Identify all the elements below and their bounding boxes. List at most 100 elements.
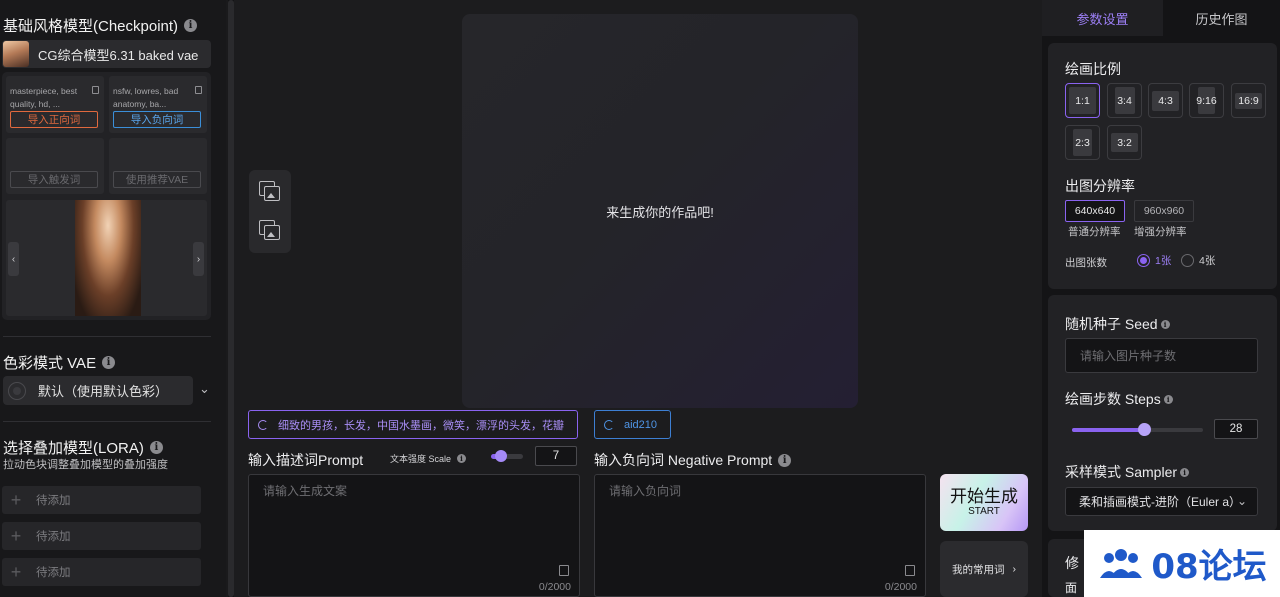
ratio-4-3-button[interactable]: 4:3 [1148, 83, 1183, 118]
lora-title-text: 选择叠加模型(LORA) [3, 440, 144, 457]
info-icon[interactable]: i [1160, 319, 1170, 329]
lora-slot[interactable]: + 待添加 [2, 558, 201, 586]
prompt-placeholder: 请输入生成文案 [263, 484, 348, 498]
lora-slot[interactable]: + 待添加 [2, 522, 201, 550]
tab-params[interactable]: 参数设置 [1042, 0, 1163, 36]
prompt-char-count: 0/2000 [538, 581, 571, 593]
info-icon[interactable]: i [1180, 467, 1190, 477]
prompt-label: 输入描述词Prompt [248, 452, 364, 468]
carousel-prev-button[interactable]: ‹ [8, 242, 19, 276]
sampler-select[interactable]: 柔和插画模式-进阶（Euler a） ⌄ [1065, 487, 1258, 516]
import-positive-button[interactable]: 导入正向词 [10, 111, 98, 128]
import-trigger-button[interactable]: 导入触发词 [10, 171, 98, 188]
lora-slot-label: 待添加 [36, 495, 71, 507]
radio-selected[interactable] [1137, 254, 1150, 267]
ratio-16-9-button[interactable]: 16:9 [1231, 83, 1266, 118]
suggested-prompt-button[interactable]: 细致的男孩，长发，中国水墨画，微笑，漂浮的头发，花瓣 [248, 410, 578, 439]
canvas-hint: 来生成你的作品吧! [606, 204, 714, 220]
ratio-title: 绘画比例 [1065, 61, 1121, 77]
copy-icon[interactable] [195, 86, 202, 94]
sampler-value: 柔和插画模式-进阶（Euler a） [1079, 495, 1242, 509]
plus-icon: + [10, 489, 22, 510]
save-icon[interactable] [559, 565, 569, 576]
ratio-label: 2:3 [1073, 129, 1092, 156]
vae-value: 默认（使用默认色彩） [38, 384, 169, 399]
generation-canvas: 来生成你的作品吧! [462, 14, 858, 408]
steps-value-input[interactable]: 28 [1214, 419, 1258, 439]
ratio-9-16-button[interactable]: 9:16 [1189, 83, 1224, 118]
image-upload-icon[interactable] [259, 220, 281, 242]
carousel-next-button[interactable]: › [193, 242, 204, 276]
suggested-negative-button[interactable]: aid210 [594, 410, 671, 439]
tab-history[interactable]: 历史作图 [1163, 0, 1280, 36]
start-generate-button[interactable]: 开始生成 START [940, 474, 1028, 531]
start-sublabel: START [968, 506, 1000, 517]
ratio-2-3-button[interactable]: 2:3 [1065, 125, 1100, 160]
checkpoint-model-card[interactable]: CG综合模型6.31 baked vae [2, 40, 211, 68]
scale-label-text: 文本强度 Scale [390, 454, 452, 464]
scale-slider-handle[interactable] [494, 450, 507, 462]
scale-value-input[interactable]: 7 [535, 446, 577, 466]
lora-slot[interactable]: + 待添加 [2, 486, 201, 514]
resolution-high-button[interactable]: 960x960 [1134, 200, 1194, 222]
ratio-3-4-button[interactable]: 3:4 [1107, 83, 1142, 118]
chevron-down-icon[interactable]: ⌄ [199, 381, 210, 397]
resolution-normal-button[interactable]: 640x640 [1065, 200, 1125, 222]
ratio-3-2-button[interactable]: 3:2 [1107, 125, 1142, 160]
sample-image [75, 200, 141, 316]
count-one-option[interactable]: 1张 [1137, 253, 1171, 268]
vae-title-text: 色彩模式 VAE [3, 355, 97, 372]
prompt-textarea[interactable]: 请输入生成文案 0/2000 [248, 474, 580, 597]
divider [3, 336, 211, 337]
positive-prompt-preview: masterpiece, best quality, hd, ... [10, 86, 78, 109]
ratio-label: 1:1 [1069, 87, 1096, 114]
negative-placeholder: 请输入负向词 [609, 484, 682, 498]
sampler-title-text: 采样模式 Sampler [1065, 464, 1178, 480]
info-icon[interactable]: i [778, 453, 792, 467]
vae-card: 使用推荐VAE [109, 138, 207, 194]
negative-textarea[interactable]: 请输入负向词 0/2000 [594, 474, 926, 597]
extra-section-subtitle: 面 [1065, 581, 1078, 595]
resolution-normal-caption: 普通分辨率 [1068, 226, 1121, 238]
import-negative-button[interactable]: 导入负向词 [113, 111, 201, 128]
chevron-down-icon: ⌄ [1233, 494, 1247, 508]
seed-input[interactable]: 请输入图片种子数 [1065, 338, 1258, 373]
resolution-high-caption: 增强分辨率 [1134, 226, 1187, 238]
ratio-label: 9:16 [1196, 87, 1217, 114]
chevron-right-icon: › [1012, 563, 1017, 575]
info-icon[interactable]: i [184, 19, 198, 32]
steps-title: 绘画步数 Steps i [1065, 389, 1173, 409]
info-icon[interactable]: i [457, 454, 467, 463]
save-icon[interactable] [905, 565, 915, 576]
image-count-label: 出图张数 [1065, 257, 1107, 269]
vae-select[interactable]: 默认（使用默认色彩） [3, 376, 193, 405]
suggested-prompt-text: 细致的男孩，长发，中国水墨画，微笑，漂浮的头发，花瓣 [278, 419, 564, 432]
checkpoint-title-text: 基础风格模型(Checkpoint) [3, 18, 179, 35]
image-settings-card: 绘画比例 1:1 3:4 4:3 9:16 16:9 2:3 3:2 出图分辨率… [1048, 43, 1277, 289]
ratio-1-1-button[interactable]: 1:1 [1065, 83, 1100, 118]
info-icon[interactable]: i [149, 441, 163, 454]
use-vae-button[interactable]: 使用推荐VAE [113, 171, 201, 188]
image-to-image-icon[interactable] [259, 181, 281, 203]
info-icon[interactable]: i [102, 356, 116, 369]
center-workspace: 来生成你的作品吧! 细致的男孩，长发，中国水墨画，微笑，漂浮的头发，花瓣 aid… [234, 0, 1042, 597]
refresh-icon [604, 419, 614, 430]
steps-slider[interactable] [1072, 423, 1203, 436]
ratio-label: 3:2 [1111, 133, 1138, 152]
count-four-option[interactable]: 4张 [1181, 253, 1215, 268]
scale-slider[interactable] [491, 450, 523, 462]
negative-label-text: 输入负向词 Negative Prompt [594, 452, 773, 468]
model-prompt-box: masterpiece, best quality, hd, ... 导入正向词… [2, 72, 211, 320]
steps-slider-handle[interactable] [1138, 423, 1152, 436]
radio-unselected[interactable] [1181, 254, 1194, 267]
vae-color-icon [8, 381, 26, 400]
seed-title: 随机种子 Seed i [1065, 314, 1170, 334]
plus-icon: + [10, 561, 22, 582]
watermark-text: 08论坛 [1151, 547, 1267, 587]
sampling-settings-card: 随机种子 Seed i 请输入图片种子数 绘画步数 Steps i 28 采样模… [1048, 295, 1277, 531]
panel-tabs: 参数设置 历史作图 [1042, 0, 1280, 36]
copy-icon[interactable] [92, 86, 99, 94]
favorite-words-button[interactable]: 我的常用词 › [940, 541, 1028, 597]
info-icon[interactable]: i [1163, 394, 1173, 404]
negative-label: 输入负向词 Negative Prompt i [594, 450, 792, 470]
